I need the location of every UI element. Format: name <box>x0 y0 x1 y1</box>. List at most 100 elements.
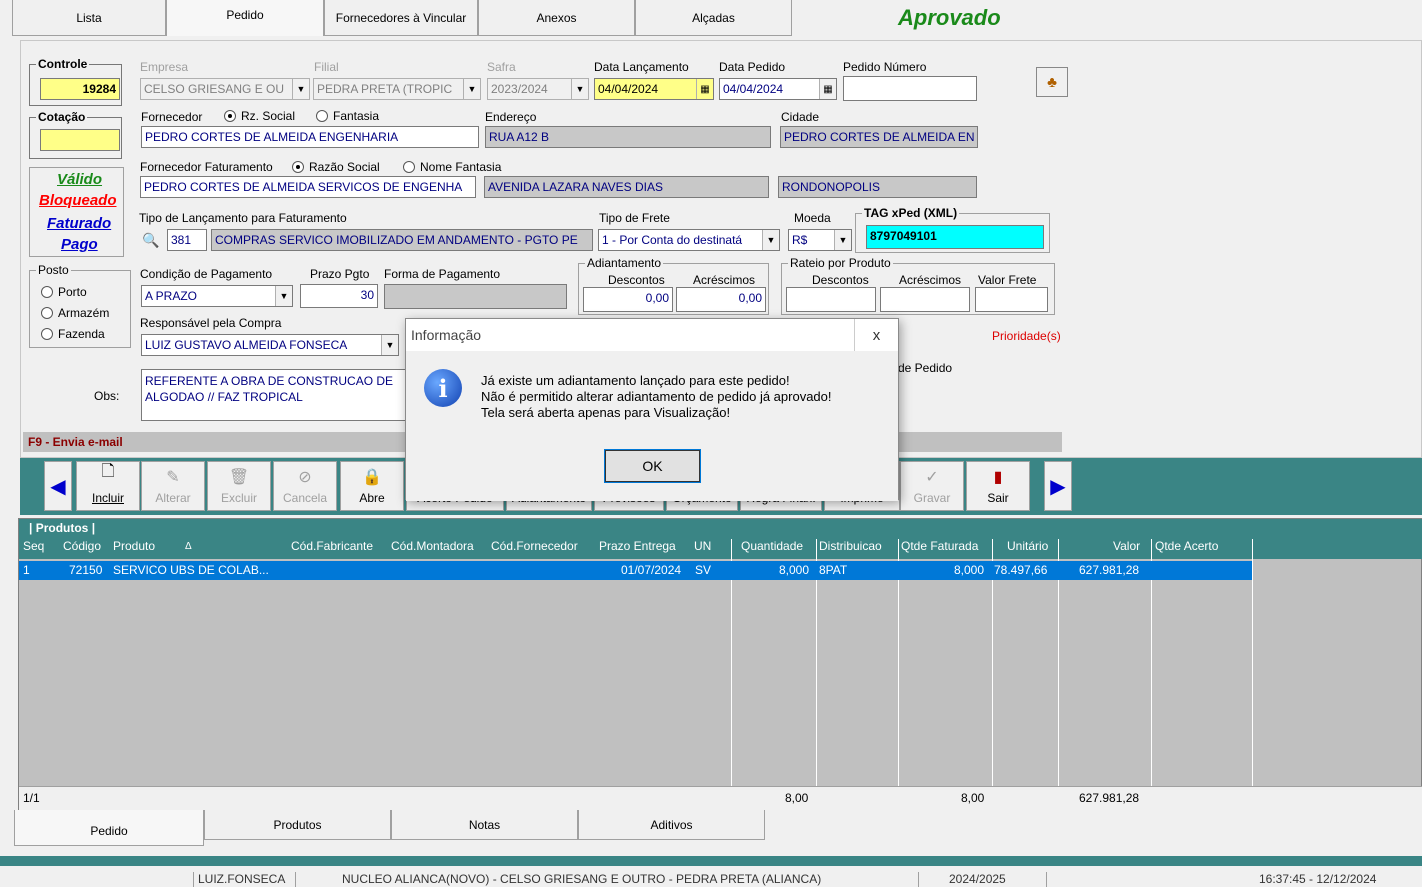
cotacao-field[interactable] <box>40 129 120 151</box>
radio-fazenda[interactable]: Fazenda <box>41 327 105 341</box>
prev-arrow-icon[interactable]: ◀ <box>44 461 72 511</box>
chevron-down-icon[interactable]: ▼ <box>275 286 292 306</box>
forma-pagamento-field[interactable] <box>384 284 567 309</box>
pedido-numero-field[interactable] <box>843 76 977 101</box>
faturamento-cidade-field[interactable]: RONDONOPOLIS <box>778 176 977 198</box>
responsavel-select[interactable]: LUIZ GUSTAVO ALMEIDA FONSECA ▼ <box>141 334 399 356</box>
radio-nome-fantasia[interactable]: Nome Fantasia <box>403 160 501 174</box>
next-arrow-icon[interactable]: ▶ <box>1044 461 1072 511</box>
col-seq[interactable]: Seq <box>23 539 44 553</box>
adiantamento-acrescimos-label: Acréscimos <box>693 273 756 287</box>
tab-label: Fornecedores à Vincular <box>335 10 467 25</box>
fornecedor-field[interactable]: PEDRO CORTES DE ALMEIDA ENGENHARIA <box>141 126 479 148</box>
cell-un: SV <box>695 563 712 577</box>
abre-button[interactable]: 🔒 Abre <box>340 461 404 511</box>
col-valor[interactable]: Valor <box>1113 539 1140 553</box>
chevron-down-icon[interactable]: ▼ <box>762 230 779 250</box>
bottom-tab-produtos[interactable]: Produtos <box>204 810 391 840</box>
grid-header: | Produtos | Seq Código Produto Δ Cód.Fa… <box>19 519 1422 559</box>
cidade-field[interactable]: PEDRO CORTES DE ALMEIDA EN <box>780 126 978 148</box>
data-pedido-field[interactable]: 04/04/2024 ▦ <box>719 78 837 100</box>
chevron-down-icon[interactable]: ▼ <box>463 79 480 99</box>
tab-anexos[interactable]: Anexos <box>478 0 635 36</box>
radio-dot <box>316 110 328 122</box>
bloqueado-link[interactable]: Bloqueado <box>39 192 117 209</box>
col-qtde-acerto[interactable]: Qtde Acerto <box>1155 539 1218 553</box>
tipo-lancamento-code[interactable]: 381 <box>167 229 207 251</box>
calendar-icon[interactable]: ▦ <box>696 79 713 99</box>
chevron-down-icon[interactable]: ▼ <box>571 79 588 99</box>
rateio-acrescimos-field[interactable] <box>880 287 970 312</box>
col-distribuicao[interactable]: Distribuicao <box>819 539 882 553</box>
col-qtde-faturada[interactable]: Qtde Faturada <box>901 539 978 553</box>
search-icon[interactable]: 🔍 <box>141 230 161 250</box>
endereco-field[interactable]: RUA A12 B <box>485 126 771 148</box>
faturamento-endereco-field[interactable]: AVENIDA LAZARA NAVES DIAS <box>484 176 769 198</box>
alterar-button[interactable]: ✎ Alterar <box>141 461 205 511</box>
col-cod-fabricante[interactable]: Cód.Fabricante <box>291 539 373 553</box>
col-prazo-entrega[interactable]: Prazo Entrega <box>599 539 676 553</box>
button-label: Incluir <box>91 491 124 505</box>
user-lookup-icon[interactable]: ♣ <box>1036 67 1068 97</box>
status-bar: LUIZ.FONSECA NUCLEO ALIANCA(NOVO) - CELS… <box>0 872 1422 887</box>
chevron-down-icon[interactable]: ▼ <box>834 230 851 250</box>
tab-alcadas[interactable]: Alçadas <box>635 0 792 36</box>
tab-fornecedores[interactable]: Fornecedores à Vincular <box>324 0 478 36</box>
adiantamento-descontos-field[interactable]: 0,00 <box>583 287 673 312</box>
prazo-pgto-field[interactable]: 30 <box>300 284 378 308</box>
col-quantidade[interactable]: Quantidade <box>741 539 803 553</box>
tipo-frete-select[interactable]: 1 - Por Conta do destinatá ▼ <box>598 229 780 251</box>
cell-unitario: 78.497,66 <box>994 563 1048 577</box>
faturado-link[interactable]: Faturado <box>47 215 111 232</box>
radio-armazem[interactable]: Armazém <box>41 306 109 320</box>
obs-field[interactable]: REFERENTE A OBRA DE CONSTRUCAO DE ALGODA… <box>141 369 427 421</box>
pago-link[interactable]: Pago <box>61 236 98 253</box>
empresa-select[interactable]: CELSO GRIESANG E OU ▼ <box>140 78 310 100</box>
controle-field[interactable]: 19284 <box>40 78 120 100</box>
radio-razao-social[interactable]: Razão Social <box>292 160 380 174</box>
tipo-lancamento-field[interactable]: COMPRAS SERVICO IMOBILIZADO EM ANDAMENTO… <box>211 229 593 251</box>
radio-fantasia[interactable]: Fantasia <box>316 109 379 123</box>
col-cod-fornecedor[interactable]: Cód.Fornecedor <box>491 539 578 553</box>
calendar-icon[interactable]: ▦ <box>819 79 836 99</box>
dialog-line-3: Tela será aberta apenas para Visualizaçã… <box>481 405 731 420</box>
col-unitario[interactable]: Unitário <box>1007 539 1048 553</box>
valido-link[interactable]: Válido <box>57 171 102 188</box>
adiantamento-acrescimos-field[interactable]: 0,00 <box>676 287 766 312</box>
cancela-button[interactable]: ⊘ Cancela <box>273 461 337 511</box>
tab-pedido[interactable]: Pedido <box>166 0 324 36</box>
data-lancamento-field[interactable]: 04/04/2024 ▦ <box>594 78 714 100</box>
safra-select[interactable]: 2023/2024 ▼ <box>487 78 589 100</box>
moeda-select[interactable]: R$ ▼ <box>788 229 852 251</box>
incluir-button[interactable]: 🗋 Incluir <box>76 461 140 511</box>
col-produto[interactable]: Produto <box>113 539 155 553</box>
bottom-tab-pedido[interactable]: Pedido <box>14 810 204 846</box>
products-grid[interactable]: | Produtos | Seq Código Produto Δ Cód.Fa… <box>18 518 1422 810</box>
rateio-descontos-field[interactable] <box>786 287 876 312</box>
sair-button[interactable]: ▮ Sair <box>966 461 1030 511</box>
bottom-tab-aditivos[interactable]: Aditivos <box>578 810 765 840</box>
col-cod-montadora[interactable]: Cód.Montadora <box>391 539 474 553</box>
chevron-down-icon[interactable]: ▼ <box>292 79 309 99</box>
table-row[interactable]: 1 72150 SERVICO UBS DE COLAB... 01/07/20… <box>19 561 1252 580</box>
cell-seq: 1 <box>23 563 30 577</box>
order-status: Aprovado <box>898 5 1001 30</box>
col-un[interactable]: UN <box>694 539 711 553</box>
excluir-button[interactable]: 🗑 Excluir <box>207 461 271 511</box>
bottom-tab-notas[interactable]: Notas <box>391 810 578 840</box>
radio-label: Porto <box>58 285 87 299</box>
chevron-down-icon[interactable]: ▼ <box>381 335 398 355</box>
filial-select[interactable]: PEDRA PRETA (TROPIC ▼ <box>313 78 481 100</box>
radio-porto[interactable]: Porto <box>41 285 87 299</box>
fornecedor-faturamento-field[interactable]: PEDRO CORTES DE ALMEIDA SERVICOS DE ENGE… <box>140 176 476 198</box>
rateio-frete-field[interactable] <box>975 287 1048 312</box>
gravar-button[interactable]: ✓ Gravar <box>900 461 964 511</box>
radio-rz-social[interactable]: Rz. Social <box>224 109 295 123</box>
condicao-pagamento-select[interactable]: A PRAZO ▼ <box>141 285 293 307</box>
tab-lista[interactable]: Lista <box>12 0 166 36</box>
tag-xped-field[interactable]: 8797049101 <box>866 225 1044 249</box>
ok-button[interactable]: OK <box>604 449 701 483</box>
col-codigo[interactable]: Código <box>63 539 101 553</box>
close-icon[interactable]: x <box>854 319 898 351</box>
cell-faturada: 8,000 <box>954 563 985 577</box>
